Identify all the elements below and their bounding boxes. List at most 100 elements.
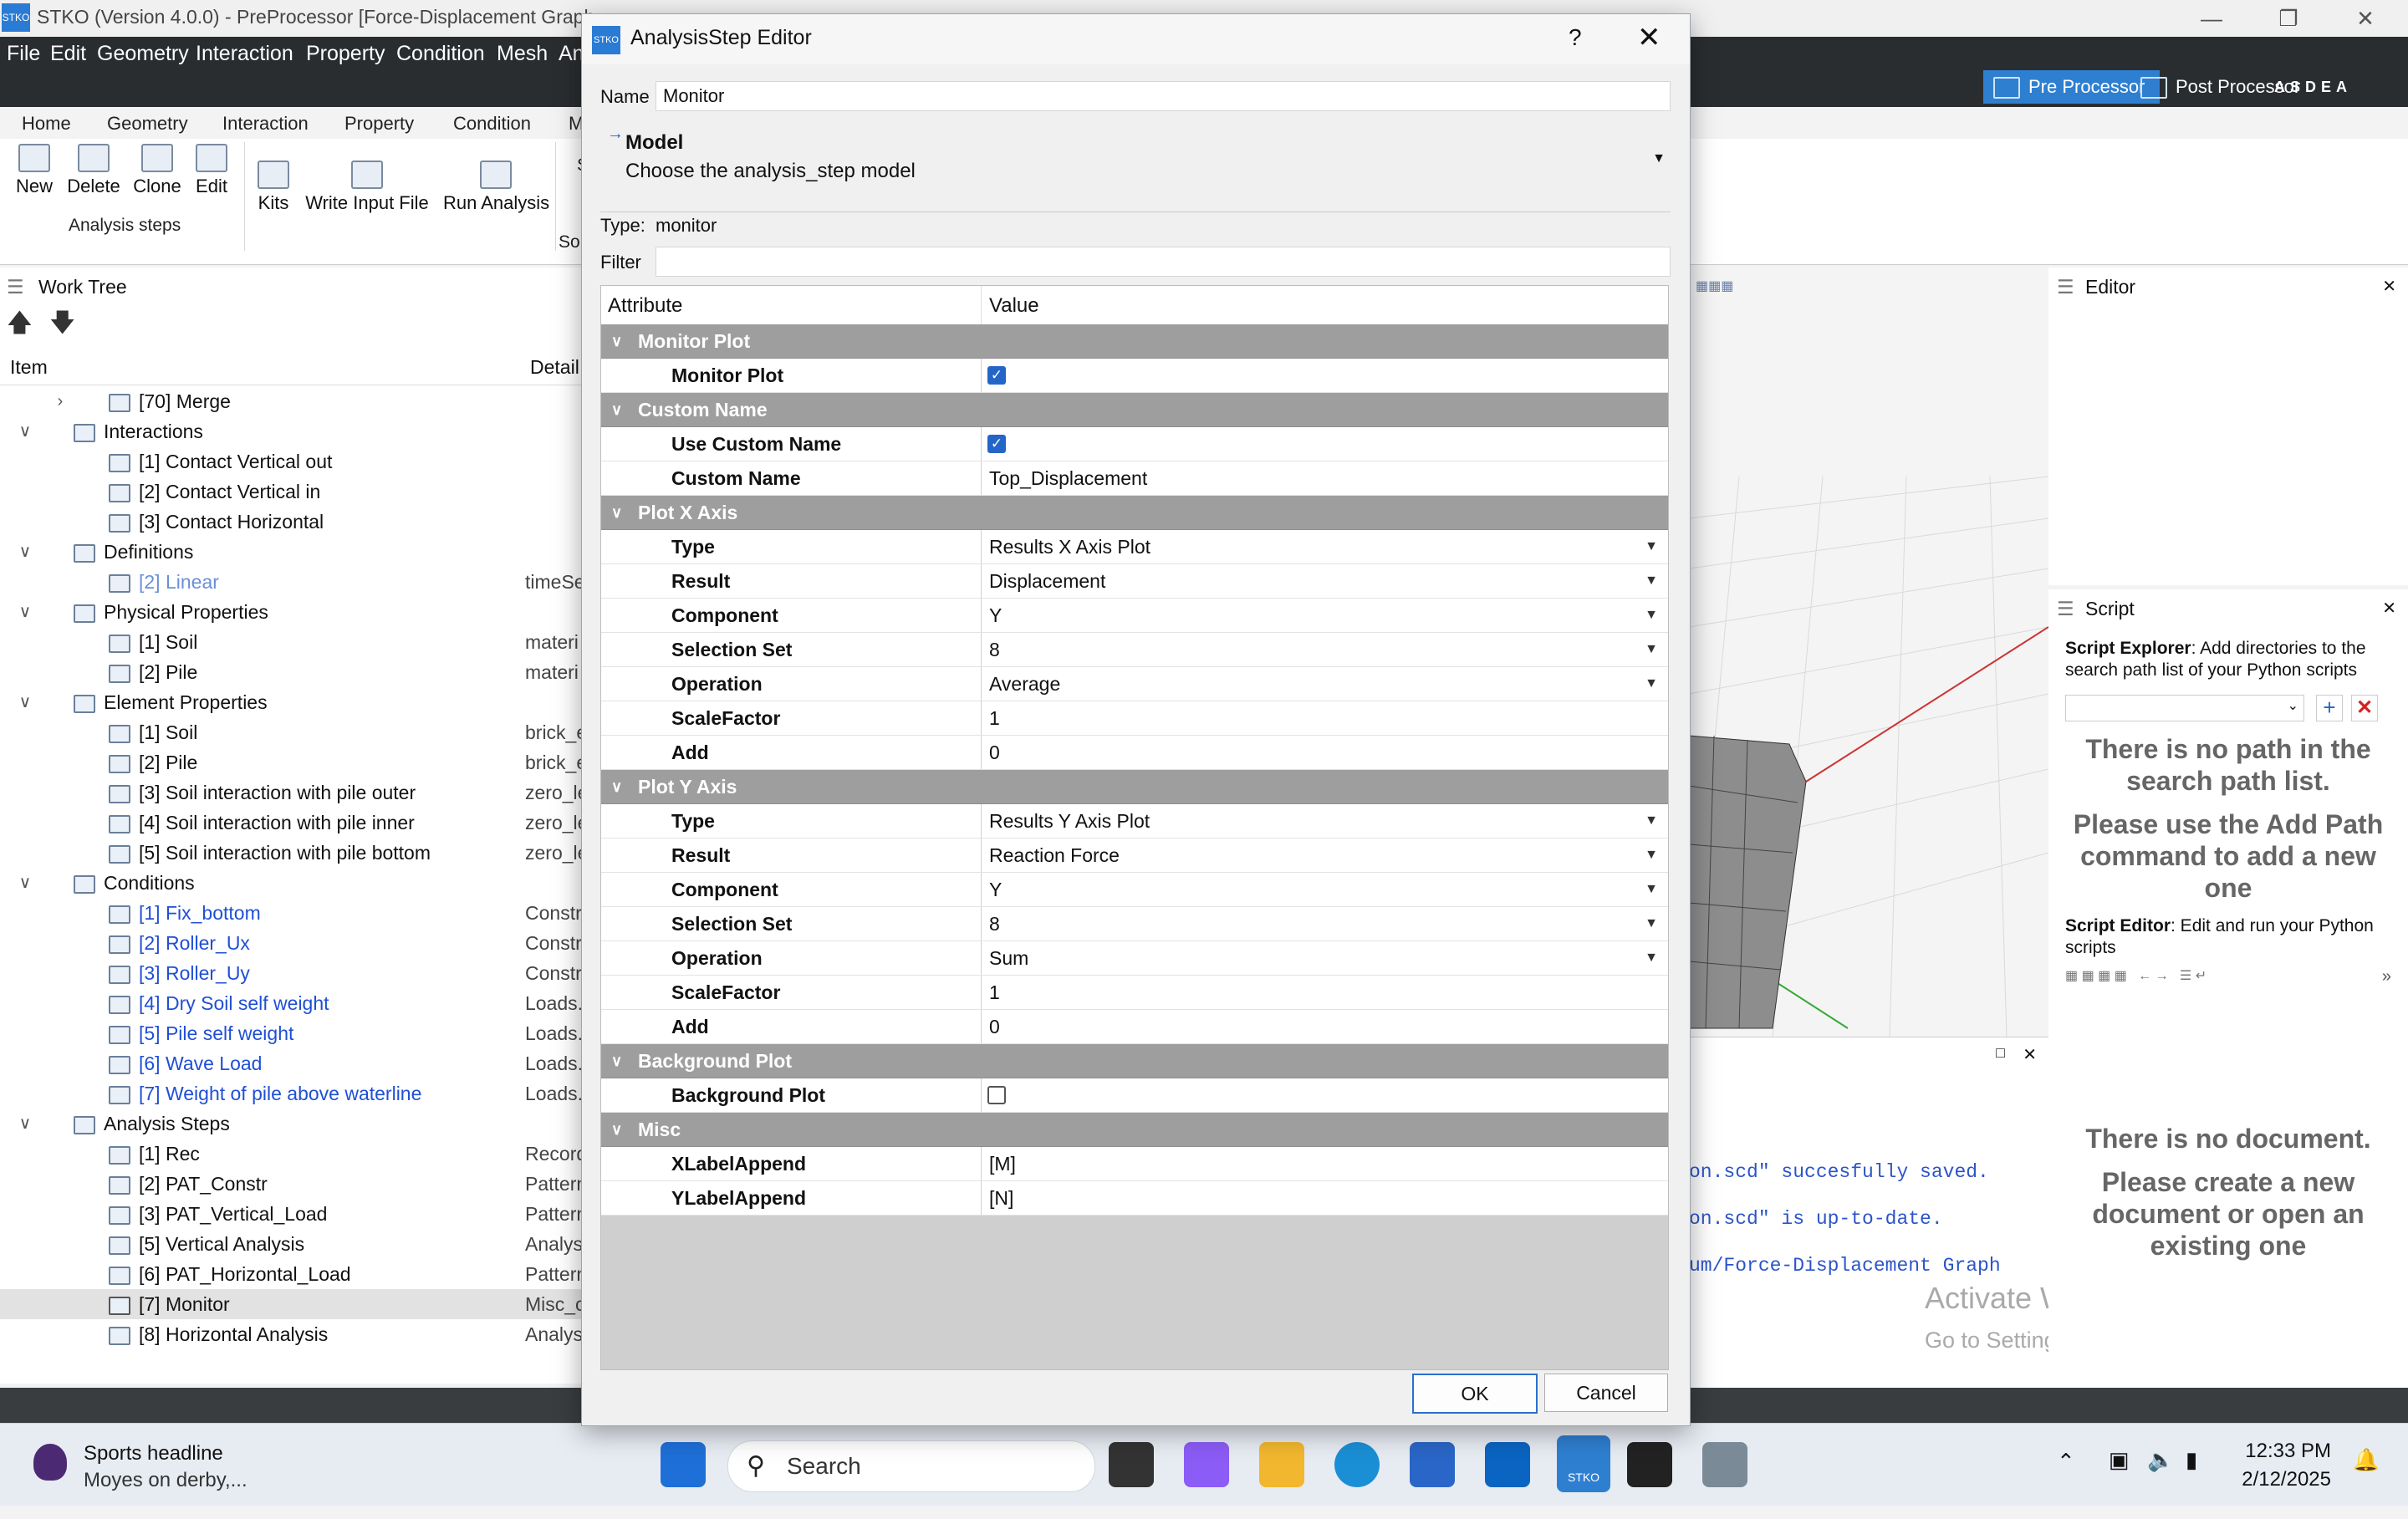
tab-geometry[interactable]: Geometry bbox=[95, 110, 200, 138]
3d-viewport[interactable]: ▦▦▦ bbox=[1689, 268, 2048, 1037]
tree-row[interactable]: ∨ Element Properties bbox=[0, 687, 585, 717]
tree-row[interactable]: [2] PAT_Constr Pattern bbox=[0, 1169, 587, 1199]
move-up-icon[interactable]: 🡅 bbox=[7, 309, 33, 337]
cancel-button[interactable]: Cancel bbox=[1544, 1374, 1668, 1412]
tree-row[interactable]: [3] Roller_Uy Constr bbox=[0, 958, 585, 988]
chevron-down-icon[interactable]: ∨ bbox=[611, 324, 622, 358]
tree-row[interactable]: [3] Soil interaction with pile outer zero… bbox=[0, 777, 588, 808]
network-icon[interactable]: ▣ bbox=[2109, 1447, 2130, 1473]
remove-path-button[interactable]: ✕ bbox=[2351, 695, 2378, 721]
value-select[interactable]: Results Y Axis Plot bbox=[989, 804, 1150, 838]
tree-row[interactable]: [3] Contact Horizontal bbox=[0, 507, 585, 537]
ok-button[interactable]: OK bbox=[1412, 1374, 1538, 1414]
menu-condition[interactable]: Condition bbox=[396, 42, 485, 66]
model-selector[interactable]: → Model Choose the analysis_step model ▼ bbox=[600, 123, 1671, 212]
grid-section[interactable]: ∨ Plot Y Axis bbox=[601, 770, 1668, 804]
dropdown-arrow-icon[interactable]: ▼ bbox=[1645, 804, 1658, 838]
tree-row[interactable]: ∨ Analysis Steps bbox=[0, 1109, 585, 1139]
terminal-icon[interactable] bbox=[1627, 1442, 1672, 1487]
value-checkbox[interactable]: ✓ bbox=[987, 435, 1006, 453]
grid-section[interactable]: ∨ Custom Name bbox=[601, 393, 1668, 427]
chevron-down-icon[interactable]: ∨ bbox=[611, 770, 622, 803]
dropdown-arrow-icon[interactable]: ▼ bbox=[1645, 530, 1658, 563]
menu-interaction[interactable]: Interaction bbox=[196, 42, 293, 66]
new-button[interactable]: New bbox=[12, 144, 57, 197]
edit-button[interactable]: Edit bbox=[191, 144, 232, 197]
stko-taskbar-icon[interactable]: STKO bbox=[1557, 1435, 1610, 1492]
kits-button[interactable]: Kits bbox=[256, 161, 291, 214]
column-item[interactable]: Item bbox=[10, 356, 48, 379]
chevron-down-icon[interactable]: ∨ bbox=[15, 537, 35, 567]
tree-row[interactable]: [5] Soil interaction with pile bottom zer… bbox=[0, 838, 588, 868]
close-icon[interactable]: ✕ bbox=[2328, 0, 2403, 37]
value-checkbox[interactable]: ✓ bbox=[987, 366, 1006, 385]
name-field[interactable]: Monitor bbox=[656, 81, 1671, 111]
grid-section[interactable]: ∨ Plot X Axis bbox=[601, 496, 1668, 530]
dropdown-arrow-icon[interactable]: ▼ bbox=[1645, 907, 1658, 940]
tree-row[interactable]: [6] Wave Load Loads. bbox=[0, 1048, 585, 1078]
tree-row[interactable]: [1] Fix_bottom Constr bbox=[0, 898, 585, 928]
grid-section[interactable]: ∨ Misc bbox=[601, 1113, 1668, 1147]
menu-property[interactable]: Property bbox=[306, 42, 385, 66]
minimize-icon[interactable]: — bbox=[2174, 0, 2249, 37]
value-select[interactable]: 8 bbox=[989, 907, 1000, 940]
editor-close-icon[interactable]: ✕ bbox=[2382, 268, 2396, 306]
value-select[interactable]: Reaction Force bbox=[989, 839, 1120, 872]
tree-row[interactable]: ∨ Physical Properties bbox=[0, 597, 585, 627]
news-widget[interactable]: Sports headline Moyes on derby,... bbox=[84, 1440, 247, 1494]
restore-icon[interactable]: ❐ bbox=[2251, 0, 2326, 37]
tab-home[interactable]: Home bbox=[10, 110, 83, 138]
dropdown-arrow-icon[interactable]: ▼ bbox=[1645, 873, 1658, 906]
value-select[interactable]: Displacement bbox=[989, 564, 1105, 598]
clone-button[interactable]: Clone bbox=[132, 144, 182, 197]
tree-row[interactable]: [5] Vertical Analysis Analys bbox=[0, 1229, 585, 1259]
value-select[interactable]: Results X Axis Plot bbox=[989, 530, 1150, 563]
tree-row[interactable]: [4] Soil interaction with pile inner zero… bbox=[0, 808, 588, 838]
tab-interaction[interactable]: Interaction bbox=[211, 110, 320, 138]
task-view-icon[interactable] bbox=[1109, 1442, 1154, 1487]
tree-row[interactable]: [6] PAT_Horizontal_Load Pattern bbox=[0, 1259, 587, 1289]
grid-section[interactable]: ∨ Monitor Plot bbox=[601, 324, 1668, 359]
chevron-down-icon[interactable]: ∨ bbox=[15, 687, 35, 717]
tree-row[interactable]: ∨ Conditions bbox=[0, 868, 585, 898]
value-field[interactable]: Top_Displacement bbox=[989, 461, 1147, 495]
copilot-icon[interactable] bbox=[1184, 1442, 1229, 1487]
tree-row[interactable]: [3] PAT_Vertical_Load Pattern bbox=[0, 1199, 587, 1229]
script-path-select[interactable]: ⌄ bbox=[2065, 695, 2304, 721]
tree-row[interactable]: [8] Horizontal Analysis Analys bbox=[0, 1319, 585, 1349]
tree-row[interactable]: [1] Soil materi bbox=[0, 627, 585, 657]
tree-row[interactable]: [5] Pile self weight Loads. bbox=[0, 1018, 585, 1048]
tree-row[interactable]: [2] Roller_Ux Constr bbox=[0, 928, 585, 958]
dropdown-arrow-icon[interactable]: ▼ bbox=[1645, 633, 1658, 666]
value-select[interactable]: Sum bbox=[989, 941, 1028, 975]
tab-condition[interactable]: Condition bbox=[441, 110, 543, 138]
chevron-down-icon[interactable]: ∨ bbox=[611, 1044, 622, 1078]
store-icon[interactable] bbox=[1410, 1442, 1455, 1487]
console-close-icon[interactable]: ✕ bbox=[2023, 1044, 2037, 1065]
menu-edit[interactable]: Edit bbox=[50, 42, 86, 66]
outlook-icon[interactable] bbox=[1485, 1442, 1530, 1487]
grid-section[interactable]: ∨ Background Plot bbox=[601, 1044, 1668, 1078]
menu-file[interactable]: File bbox=[7, 42, 40, 66]
tree-row[interactable]: [2] Linear timeSe bbox=[0, 567, 585, 597]
chevron-right-icon[interactable]: › bbox=[50, 386, 70, 416]
script-close-icon[interactable]: ✕ bbox=[2382, 589, 2396, 628]
chevron-down-icon[interactable]: ∨ bbox=[611, 1113, 622, 1146]
value-checkbox[interactable] bbox=[987, 1086, 1006, 1104]
value-field[interactable]: 1 bbox=[989, 701, 1000, 735]
tree-row[interactable]: [7] Monitor Misc_c bbox=[0, 1289, 585, 1319]
menu-analysis[interactable]: An bbox=[559, 42, 584, 66]
tree-row[interactable]: [1] Contact Vertical out bbox=[0, 446, 585, 477]
menu-mesh[interactable]: Mesh bbox=[497, 42, 548, 66]
app-icon[interactable] bbox=[1702, 1442, 1747, 1487]
tree-row[interactable]: [2] Contact Vertical in bbox=[0, 477, 585, 507]
value-select[interactable]: Y bbox=[989, 599, 1002, 632]
tree-row[interactable]: ∨ Definitions bbox=[0, 537, 585, 567]
dialog-close-icon[interactable]: ✕ bbox=[1637, 21, 1661, 54]
write-input-file-button[interactable]: Write Input File bbox=[303, 161, 431, 214]
tree-row[interactable]: › [70] Merge bbox=[0, 386, 585, 416]
value-select[interactable]: Average bbox=[989, 667, 1060, 701]
chevron-down-icon[interactable]: ∨ bbox=[15, 416, 35, 446]
menu-geometry[interactable]: Geometry bbox=[97, 42, 189, 66]
volume-icon[interactable]: 🔈 bbox=[2147, 1447, 2174, 1473]
